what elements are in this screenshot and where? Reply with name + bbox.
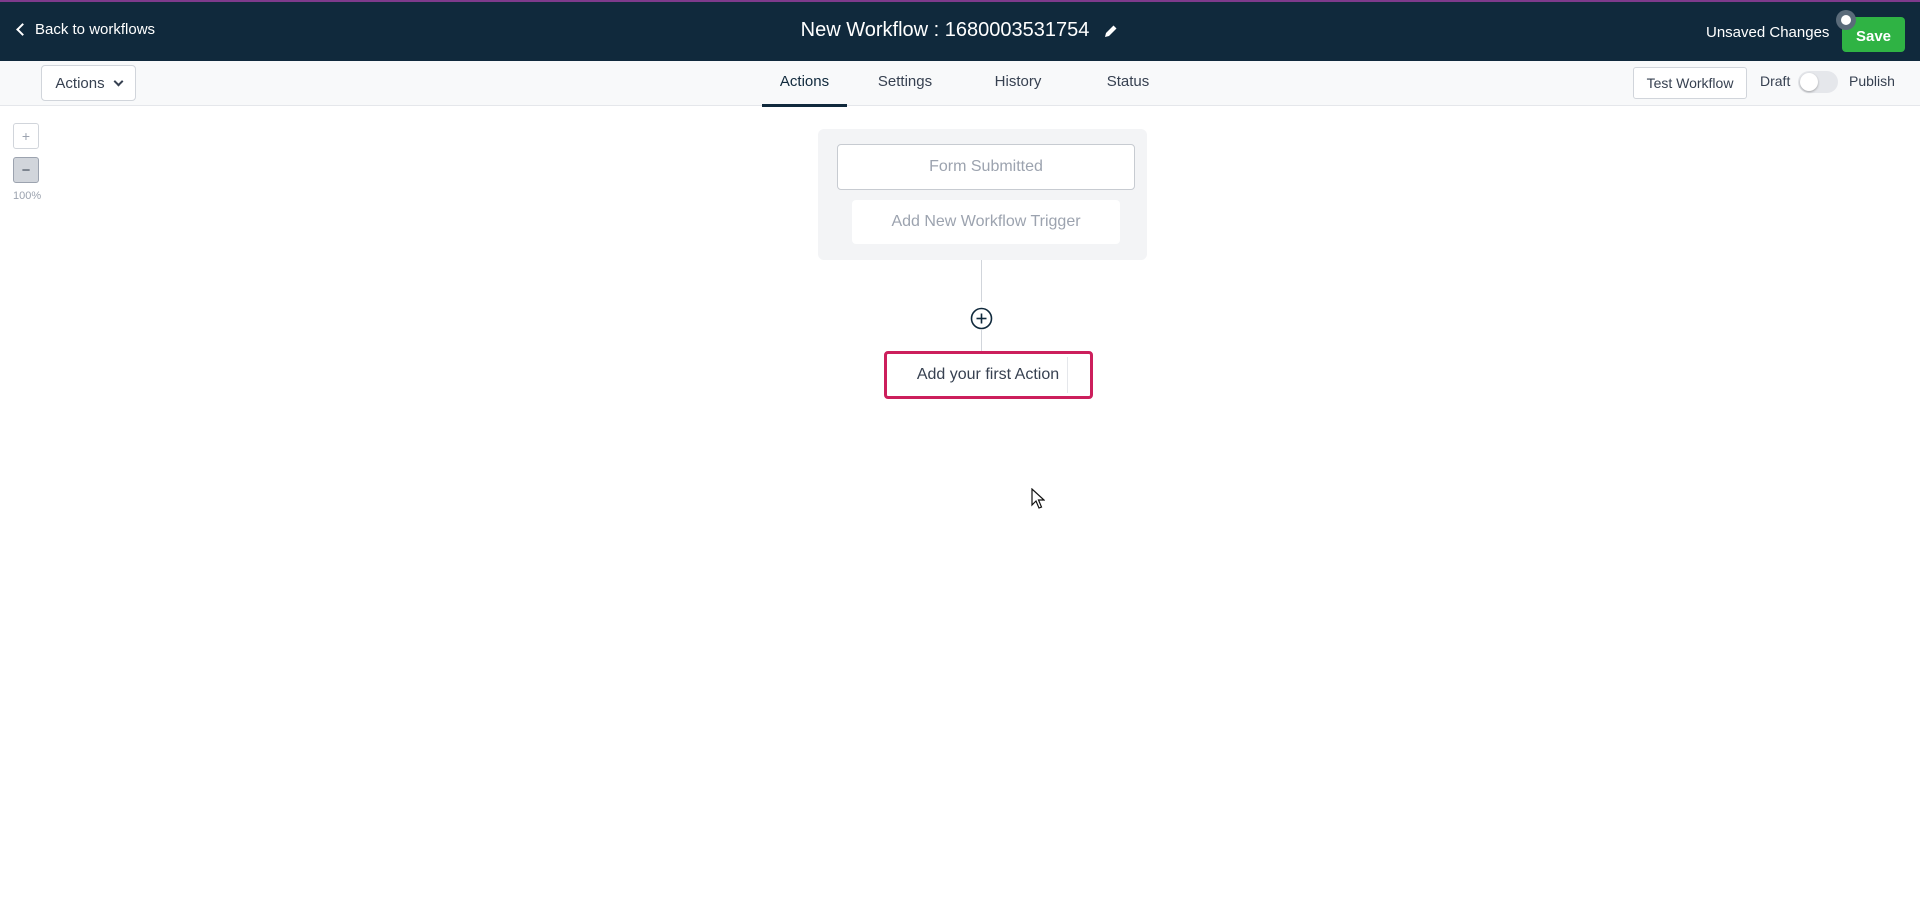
- add-first-action-label: Add your first Action: [909, 357, 1069, 393]
- top-header: Back to workflows New Workflow : 1680003…: [0, 0, 1920, 61]
- zoom-in-button[interactable]: +: [13, 123, 39, 149]
- back-to-workflows-link[interactable]: Back to workflows: [16, 21, 156, 38]
- plus-circle-icon[interactable]: [970, 307, 993, 330]
- publish-label: Publish: [1849, 73, 1895, 89]
- connector-line: [981, 330, 982, 352]
- workflow-title-bar: New Workflow : 1680003531754: [0, 19, 1920, 42]
- draft-label: Draft: [1760, 73, 1791, 89]
- zoom-level-label: 100%: [13, 190, 42, 202]
- chevron-down-icon: [113, 76, 124, 86]
- connector-line: [981, 260, 982, 302]
- trigger-panel: Form Submitted Add New Workflow Trigger: [818, 129, 1147, 260]
- tab-actions[interactable]: Actions: [762, 61, 847, 107]
- mouse-cursor-icon: [1031, 488, 1045, 509]
- workflow-title: New Workflow : 1680003531754: [800, 19, 1090, 41]
- actions-dropdown[interactable]: Actions: [41, 65, 136, 101]
- tab-history[interactable]: History: [963, 61, 1073, 106]
- actions-dropdown-label: Actions: [55, 74, 105, 92]
- trigger-form-submitted[interactable]: Form Submitted: [837, 144, 1135, 190]
- workflow-tabs: Actions Settings History Status: [732, 61, 1183, 107]
- tab-settings[interactable]: Settings: [847, 61, 963, 106]
- chevron-left-icon: [16, 23, 29, 36]
- status-indicator-dot: [1836, 10, 1856, 30]
- workflow-toolbar: Actions Actions Settings History Status …: [0, 61, 1920, 107]
- unsaved-changes-label: Unsaved Changes: [1706, 24, 1830, 41]
- add-workflow-trigger-button[interactable]: Add New Workflow Trigger: [852, 200, 1120, 244]
- test-workflow-button[interactable]: Test Workflow: [1633, 67, 1747, 99]
- zoom-out-button[interactable]: −: [13, 157, 39, 183]
- back-link-label: Back to workflows: [35, 21, 156, 38]
- toggle-knob: [1800, 73, 1818, 91]
- tab-status[interactable]: Status: [1073, 61, 1183, 106]
- pencil-icon[interactable]: [1103, 23, 1119, 39]
- publish-toggle[interactable]: [1798, 71, 1838, 93]
- add-first-action-button[interactable]: Add your first Action: [884, 351, 1093, 399]
